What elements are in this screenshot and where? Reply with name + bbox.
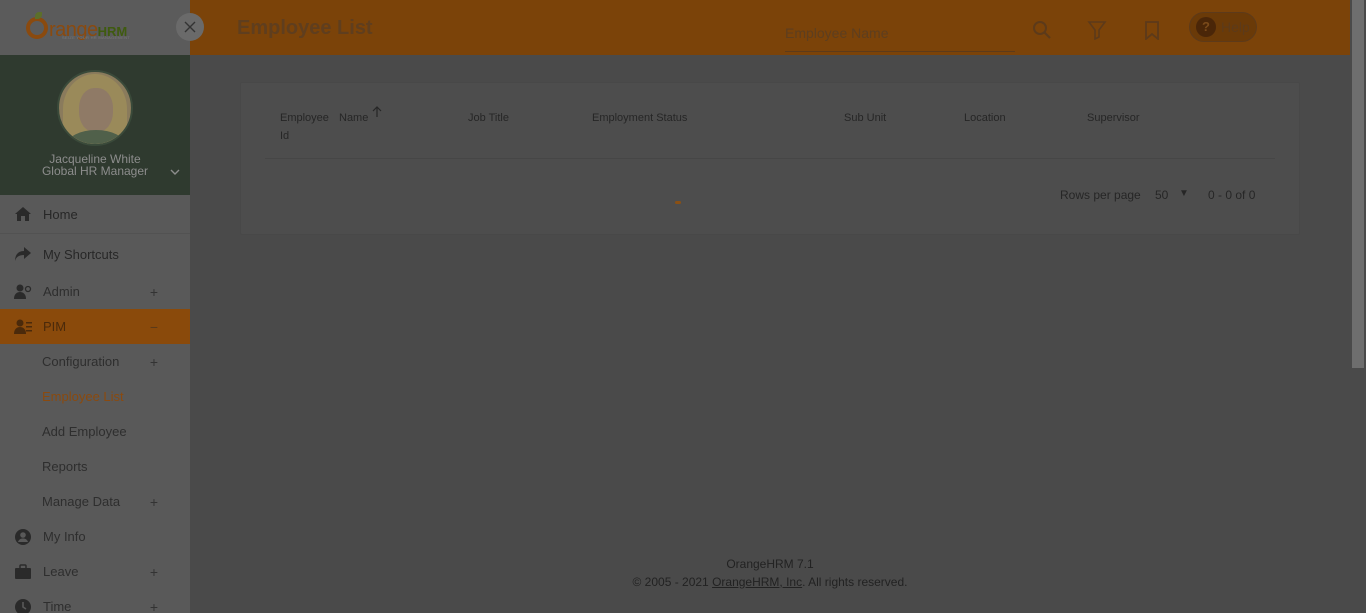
employee-list-card: Employee Id Name Job Title Employment St… [240,82,1300,235]
close-sidebar-button[interactable] [176,13,204,41]
pagination-range: 0 - 0 of 0 [1208,188,1256,202]
employee-name-search-input[interactable] [785,14,1015,52]
col-job-title[interactable]: Job Title [468,109,509,127]
sidebar-item-label: My Info [43,529,86,544]
sidebar-item-label: PIM [43,319,67,334]
sidebar-item-time[interactable]: Time + [0,589,190,613]
filter-icon[interactable] [1087,20,1107,40]
expand-icon[interactable]: + [150,494,158,510]
expand-icon[interactable]: + [150,284,158,300]
sidebar-item-label: Time [43,599,72,613]
profile-role: Global HR Manager [41,164,149,178]
search-icon[interactable] [1032,20,1052,40]
table-header: Employee Id Name Job Title Employment St… [265,83,1275,159]
rows-per-page-label: Rows per page [1060,188,1141,202]
sidebar-item-pim[interactable]: PIM − [0,309,190,344]
close-icon [184,21,196,33]
admin-icon [14,284,32,299]
question-icon: ? [1196,17,1216,37]
briefcase-icon [15,563,31,579]
dropdown-caret-icon[interactable]: ▼ [1179,188,1189,199]
footer-copyright: © 2005 - 2021 OrangeHRM, Inc. All rights… [190,575,1350,589]
sidebar-subitem-manage-data[interactable]: Manage Data + [0,484,190,519]
sidebar-item-label: Add Employee [42,424,127,439]
sidebar-subitem-configuration[interactable]: Configuration + [0,344,190,379]
sidebar-item-admin[interactable]: Admin + [0,274,190,309]
col-name[interactable]: Name [339,109,368,127]
col-location[interactable]: Location [964,109,1006,127]
sidebar-item-label: Reports [42,459,88,474]
home-icon [15,207,31,221]
rows-per-page-select[interactable]: 50 [1155,188,1168,202]
sidebar-item-label: Employee List [42,389,124,404]
expand-icon[interactable]: + [150,599,158,613]
sidebar-item-label: Manage Data [42,494,121,509]
sidebar-subitem-reports[interactable]: Reports [0,449,190,484]
help-button[interactable]: ? Help [1189,12,1257,42]
col-supervisor[interactable]: Supervisor [1087,109,1140,127]
sidebar-item-label: Admin [43,284,80,299]
logo-tagline: SEIZE YOUR HR MANAGEMENT [62,35,131,40]
sidebar-item-leave[interactable]: Leave + [0,554,190,589]
loading-spinner [675,201,681,204]
sidebar-item-label: Configuration [42,354,120,369]
footer-version: OrangeHRM 7.1 [726,557,814,571]
sidebar: range HRM SEIZE YOUR HR MANAGEMENT Jacqu… [0,0,204,613]
sidebar-subitem-add-employee[interactable]: Add Employee [0,414,190,449]
user-icon [15,528,31,545]
col-sub-unit[interactable]: Sub Unit [844,109,886,127]
orangehrm-company-link[interactable]: OrangeHRM, Inc [712,575,802,589]
clock-icon [15,598,31,613]
avatar[interactable] [57,70,133,146]
chevron-down-icon[interactable] [170,167,180,177]
logo-o-mark [26,11,48,39]
sidebar-item-my-shortcuts[interactable]: My Shortcuts [0,234,190,274]
expand-icon[interactable]: + [150,354,158,370]
sidebar-item-my-info[interactable]: My Info [0,519,190,554]
sidebar-subitem-employee-list[interactable]: Employee List [0,379,190,414]
scrollbar-thumb[interactable] [1352,0,1364,368]
user-profile-panel: Jacqueline White Global HR Manager [0,55,190,195]
sidebar-item-home[interactable]: Home [0,195,190,234]
sort-ascending-icon[interactable] [372,106,382,118]
copyright-suffix: . All rights reserved. [802,575,908,589]
expand-icon[interactable]: + [150,564,158,580]
col-employment-status[interactable]: Employment Status [592,109,687,127]
page-scrollbar[interactable] [1350,0,1366,613]
sidebar-item-label: My Shortcuts [43,246,119,262]
col-employee-id[interactable]: Employee Id [280,109,329,145]
brand-header: range HRM SEIZE YOUR HR MANAGEMENT [0,0,204,55]
collapse-icon[interactable]: − [150,319,158,335]
col-employee-id-line2: Id [280,130,290,142]
bookmark-icon[interactable] [1142,20,1162,40]
copyright-prefix: © 2005 - 2021 [632,575,713,589]
pim-icon [14,319,32,334]
col-employee-id-line1: Employee [280,112,329,124]
sidebar-item-label: Home [43,206,78,222]
sidebar-item-label: Leave [43,564,79,579]
page-title: Employee List [237,17,373,39]
help-label: Help [1221,19,1250,35]
top-header-bar: Employee List ? Help [190,0,1350,55]
share-icon [15,247,31,261]
